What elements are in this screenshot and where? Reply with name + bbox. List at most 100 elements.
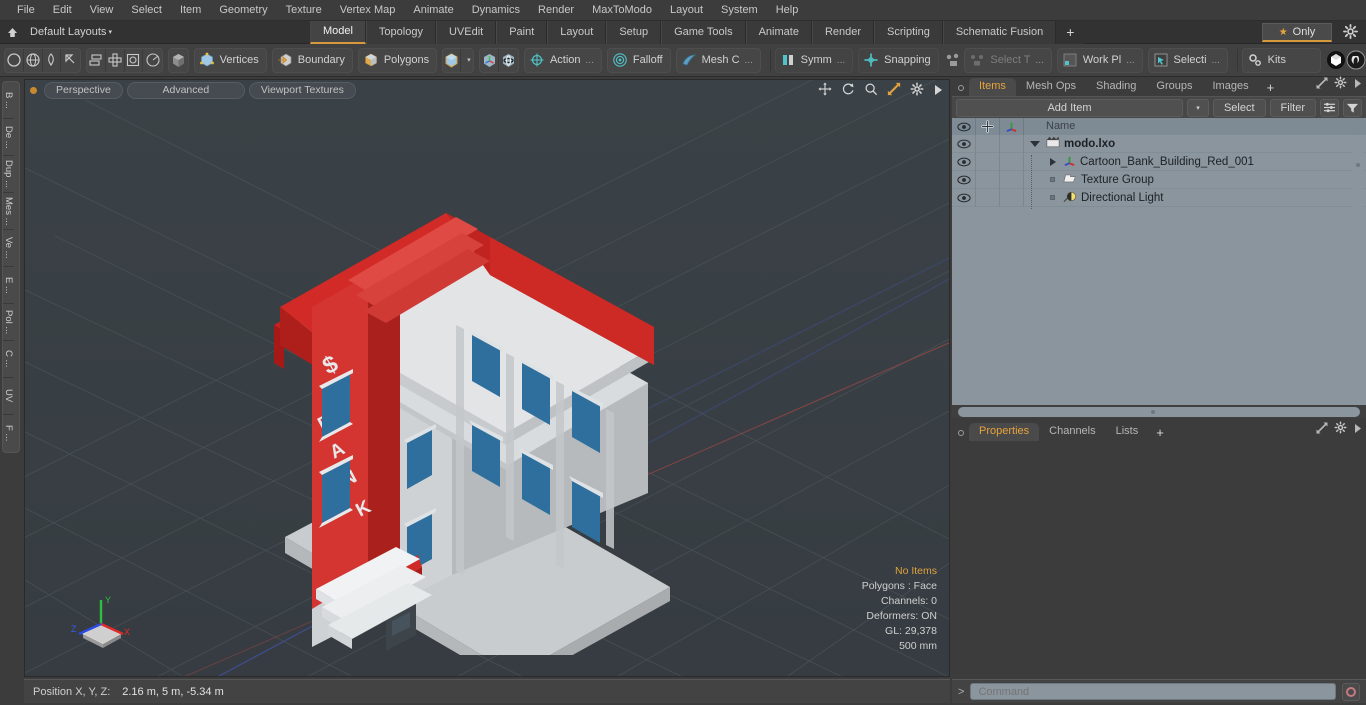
rotate-icon[interactable] <box>841 82 855 101</box>
command-input[interactable] <box>970 683 1336 700</box>
table-row[interactable]: Cartoon_Bank_Building_Red_001 <box>952 152 1366 171</box>
row-lock-cell[interactable] <box>976 170 1000 189</box>
center-icon[interactable] <box>106 48 125 72</box>
tree-item-scene[interactable]: modo.lxo <box>1024 136 1366 151</box>
tab-schematic-fusion[interactable]: Schematic Fusion <box>942 20 1057 44</box>
tab-channels[interactable]: Channels <box>1039 423 1105 441</box>
hscroll-track[interactable] <box>958 406 1360 417</box>
row-visibility-toggle[interactable] <box>952 135 976 153</box>
tab-properties[interactable]: Properties <box>969 423 1040 441</box>
menu-geometry[interactable]: Geometry <box>210 1 276 19</box>
left-tab-duplicate[interactable]: Dup ... <box>3 156 14 193</box>
gear-icon[interactable] <box>1343 24 1358 44</box>
chevron-right-icon[interactable] <box>933 83 943 101</box>
modo-logo-icon[interactable] <box>1326 48 1346 73</box>
selection-set-button[interactable]: Selecti ... <box>1147 47 1228 73</box>
viewport-shading-selector[interactable]: Advanced <box>126 81 245 99</box>
expand-icon[interactable] <box>1316 421 1328 439</box>
falloff-button[interactable]: Falloff <box>606 47 671 73</box>
work-plane-button[interactable]: Work Pl ... <box>1056 47 1143 73</box>
chevron-right-icon[interactable] <box>1353 76 1362 94</box>
tab-images[interactable]: Images <box>1203 78 1259 96</box>
kits-button[interactable]: Kits <box>1241 47 1321 73</box>
align-icon[interactable] <box>87 48 106 72</box>
3d-viewport[interactable]: $ B A N K <box>24 79 950 677</box>
tree-item-texture-group[interactable]: Texture Group <box>1024 172 1366 187</box>
menu-view[interactable]: View <box>81 1 123 19</box>
viewport-textures-selector[interactable]: Viewport Textures <box>248 81 356 99</box>
menu-select[interactable]: Select <box>122 1 171 19</box>
tab-layout[interactable]: Layout <box>547 20 607 44</box>
frame-icon[interactable] <box>125 48 144 72</box>
selection-mode-polygons[interactable]: Polygons <box>357 47 438 73</box>
add-layout-tab-button[interactable]: + <box>1056 20 1085 44</box>
row-axis-cell[interactable] <box>1000 135 1024 153</box>
list-options-icon[interactable] <box>1320 98 1339 117</box>
default-layouts-label[interactable]: Default Layouts <box>22 26 112 38</box>
chevron-right-icon[interactable] <box>1050 157 1056 166</box>
item-cube-icon[interactable] <box>443 48 462 72</box>
properties-menu-dot[interactable] <box>958 430 964 436</box>
tab-game-tools[interactable]: Game Tools <box>661 20 746 44</box>
menu-layout[interactable]: Layout <box>661 1 712 19</box>
add-panel-tab-button[interactable]: + <box>1259 81 1283 96</box>
selection-mode-boundary[interactable]: Boundary <box>271 47 353 73</box>
pen-icon[interactable] <box>43 48 62 72</box>
menu-help[interactable]: Help <box>767 1 808 19</box>
left-tab-polygon[interactable]: Pol ... <box>3 304 14 341</box>
chevron-down-icon[interactable]: ▾ <box>108 28 112 36</box>
row-visibility-toggle[interactable] <box>952 152 976 171</box>
left-tab-vertex[interactable]: Ve ... <box>3 230 14 267</box>
filter-button[interactable]: Filter <box>1269 98 1316 117</box>
left-tab-edge[interactable]: E ... <box>3 267 14 304</box>
left-tab-basic[interactable]: B ... <box>3 82 14 119</box>
tab-topology[interactable]: Topology <box>365 20 436 44</box>
tab-lists[interactable]: Lists <box>1106 423 1149 441</box>
menu-animate[interactable]: Animate <box>404 1 462 19</box>
add-item-button[interactable]: Add Item <box>956 98 1183 117</box>
tab-mesh-ops[interactable]: Mesh Ops <box>1016 78 1086 96</box>
globe-icon[interactable] <box>24 48 43 72</box>
row-visibility-toggle[interactable] <box>952 188 976 207</box>
gear-icon[interactable] <box>1334 76 1347 94</box>
menu-file[interactable]: File <box>8 1 44 19</box>
table-row[interactable]: modo.lxo <box>952 135 1366 153</box>
row-lock-cell[interactable] <box>976 135 1000 153</box>
menu-edit[interactable]: Edit <box>44 1 81 19</box>
tab-paint[interactable]: Paint <box>496 20 548 44</box>
circle-icon[interactable] <box>5 48 24 72</box>
symmetry-button[interactable]: Symm ... <box>774 47 854 73</box>
tab-scripting[interactable]: Scripting <box>874 20 943 44</box>
selection-mode-vertices[interactable]: Vertices <box>193 47 267 73</box>
chevron-right-icon[interactable] <box>1353 421 1362 439</box>
expand-icon[interactable] <box>1316 76 1328 94</box>
tree-item-mesh[interactable]: Cartoon_Bank_Building_Red_001 <box>1024 154 1366 170</box>
table-row[interactable]: Directional Light <box>952 188 1366 207</box>
funnel-icon[interactable] <box>1343 98 1362 117</box>
items-tree-horizontal-scrollbar[interactable] <box>952 405 1366 418</box>
tree-item-directional-light[interactable]: Directional Light <box>1024 190 1366 206</box>
select-button[interactable]: Select <box>1212 98 1266 117</box>
row-axis-cell[interactable] <box>1000 188 1024 207</box>
tab-groups[interactable]: Groups <box>1146 78 1202 96</box>
left-tab-mesh[interactable]: Mes ... <box>3 193 14 230</box>
chevron-down-icon[interactable]: ▾ <box>461 56 473 64</box>
cube-icon[interactable] <box>169 49 188 72</box>
menu-render[interactable]: Render <box>529 1 583 19</box>
left-tab-fusion[interactable]: F ... <box>3 415 14 452</box>
home-icon[interactable] <box>2 22 22 43</box>
menu-texture[interactable]: Texture <box>277 1 331 19</box>
only-toggle-button[interactable]: ★ Only <box>1262 23 1332 42</box>
menu-vertex-map[interactable]: Vertex Map <box>331 1 405 19</box>
chevron-down-icon[interactable] <box>1030 140 1040 147</box>
left-tab-uv[interactable]: UV <box>3 378 14 415</box>
items-tree-vertical-scrollbar[interactable] <box>1352 135 1363 397</box>
menu-maxtomodo[interactable]: MaxToModo <box>583 1 661 19</box>
radial-icon[interactable] <box>143 49 162 72</box>
mesh-constraint-button[interactable]: Mesh C ... <box>675 47 761 73</box>
row-lock-cell[interactable] <box>976 188 1000 207</box>
row-axis-cell[interactable] <box>1000 152 1024 171</box>
pan-icon[interactable] <box>818 82 832 101</box>
move-gizmo-icon[interactable] <box>480 48 500 72</box>
row-lock-cell[interactable] <box>976 152 1000 171</box>
